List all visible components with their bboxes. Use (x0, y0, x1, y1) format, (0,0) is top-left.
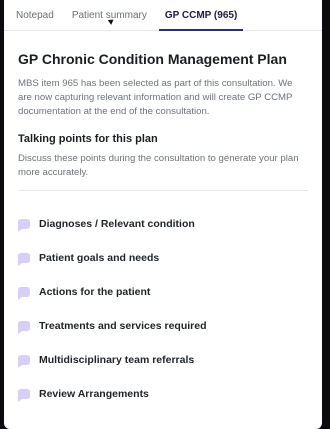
list-item[interactable]: Review Arrangements (18, 377, 308, 411)
speech-bubble-icon (18, 389, 30, 402)
list-item[interactable]: Diagnoses / Relevant condition (18, 207, 308, 241)
list-item[interactable]: Treatments and services required (18, 309, 308, 343)
main-content: GP Chronic Condition Management Plan MBS… (4, 31, 322, 411)
talking-points-heading: Talking points for this plan (18, 133, 158, 145)
list-item-label: Treatments and services required (39, 320, 207, 332)
list-item[interactable]: Actions for the patient (18, 275, 308, 309)
speech-bubble-icon (18, 355, 30, 368)
divider (18, 190, 308, 191)
list-item-label: Review Arrangements (39, 388, 149, 400)
tab-patient-summary[interactable]: Patient summary (72, 2, 147, 30)
list-item-label: Actions for the patient (39, 286, 151, 298)
list-item-label: Diagnoses / Relevant condition (39, 218, 195, 230)
list-item[interactable]: Patient goals and needs (18, 241, 308, 275)
list-item-label: Multidisciplinary team referrals (39, 354, 195, 366)
tab-notepad[interactable]: Notepad (16, 2, 54, 30)
ccmp-panel: Notepad Patient summary GP CCMP (965) GP… (4, 0, 322, 429)
tab-bar: Notepad Patient summary GP CCMP (965) (4, 0, 322, 31)
list-item-label: Patient goals and needs (39, 252, 160, 264)
speech-bubble-icon (18, 219, 30, 232)
speech-bubble-icon (18, 253, 30, 266)
speech-bubble-icon (18, 321, 30, 334)
page-title: GP Chronic Condition Management Plan (18, 51, 287, 67)
talking-points-list: Diagnoses / Relevant condition Patient g… (18, 207, 308, 411)
talking-points-subtext: Discuss these points during the consulta… (18, 153, 299, 178)
speech-bubble-icon (18, 287, 30, 300)
plan-description: MBS item 965 has been selected as part o… (18, 78, 293, 117)
list-item[interactable]: Multidisciplinary team referrals (18, 343, 308, 377)
tab-gp-ccmp[interactable]: GP CCMP (965) (158, 2, 244, 31)
right-edge (326, 0, 330, 429)
